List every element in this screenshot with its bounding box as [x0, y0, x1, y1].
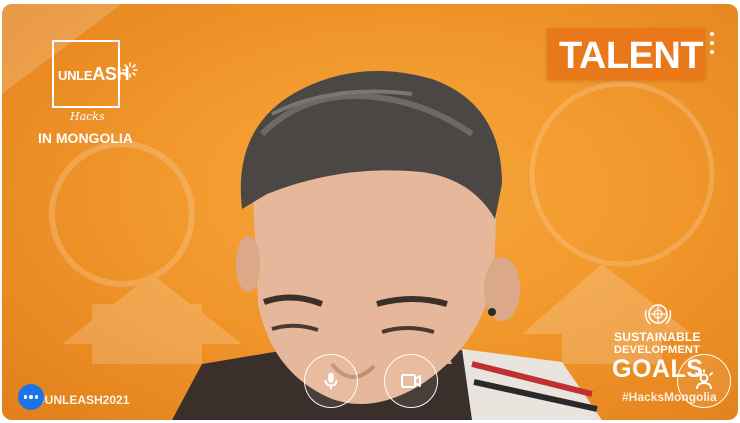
sdg-line1: SUSTAINABLE — [614, 330, 701, 344]
logo-word-prefix: UNLE — [58, 68, 93, 83]
sun-burst-icon — [122, 62, 138, 78]
logo-wordmark: UNLEASH — [58, 64, 130, 85]
video-camera-icon — [401, 374, 421, 388]
microphone-button[interactable] — [304, 354, 358, 408]
camera-button[interactable] — [384, 354, 438, 408]
un-emblem-icon — [644, 304, 672, 325]
talent-banner: TALENT — [547, 28, 705, 80]
talent-label: TALENT — [559, 35, 704, 77]
logo-location-text: IN MONGOLIA — [38, 130, 133, 146]
visual-effects-button[interactable] — [677, 354, 731, 408]
person-effects-icon — [695, 369, 713, 390]
event-hashtag: #UNLEASH2021 — [38, 393, 130, 407]
vertical-dots-icon[interactable] — [702, 32, 722, 54]
microphone-icon — [324, 372, 338, 390]
more-options-icon[interactable] — [18, 384, 44, 410]
video-tile: UNLEASH Hacks IN MONGOLIA TALENT SUSTAIN… — [2, 4, 738, 420]
logo-hacks-text: Hacks — [70, 110, 105, 123]
